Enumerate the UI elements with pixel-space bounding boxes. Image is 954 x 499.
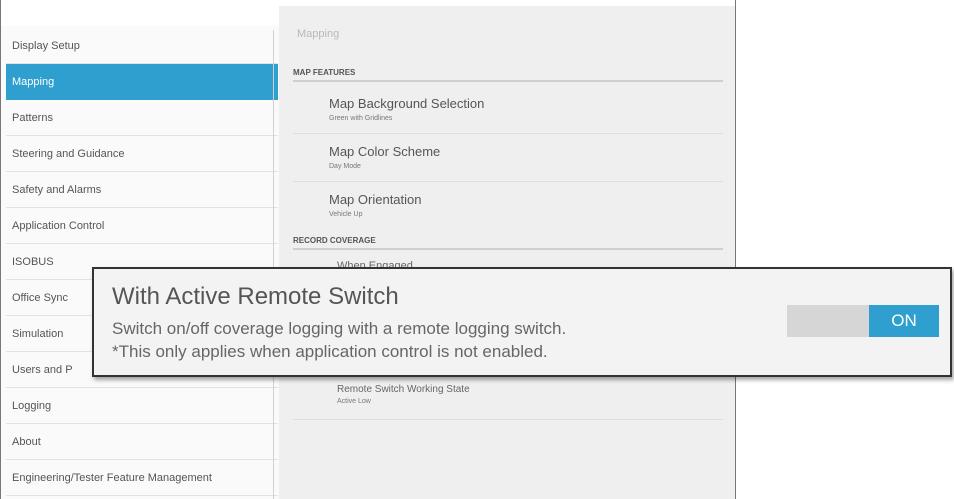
main-top-strip <box>279 0 735 6</box>
sidebar-item-application-control[interactable]: Application Control <box>6 208 278 244</box>
zoomed-setting-callout[interactable]: With Active Remote Switch Switch on/off … <box>92 267 952 377</box>
setting-title: Map Color Scheme <box>329 144 441 159</box>
setting-title-remote-switch-state: Remote Switch Working State <box>337 384 470 395</box>
section-header-map-features: MAP FEATURES <box>293 68 723 82</box>
setting-map-color-scheme[interactable]: Map Color Scheme Day Mode <box>293 136 723 182</box>
remote-switch-toggle[interactable]: ON <box>787 305 939 337</box>
sidebar-item-mapping[interactable]: Mapping <box>6 64 278 100</box>
callout-title: With Active Remote Switch <box>112 283 399 310</box>
toggle-on-label: ON <box>869 305 939 337</box>
sidebar-item-engineering-tester[interactable]: Engineering/Tester Feature Management <box>6 460 278 496</box>
setting-title: Map Background Selection <box>329 96 485 111</box>
setting-value: Green with Gridlines <box>329 115 393 122</box>
settings-sidebar: Display Setup Mapping Patterns Steering … <box>1 26 279 499</box>
sidebar-item-patterns[interactable]: Patterns <box>6 100 278 136</box>
sidebar-item-safety-and-alarms[interactable]: Safety and Alarms <box>6 172 278 208</box>
setting-value: Day Mode <box>329 163 361 170</box>
setting-map-background[interactable]: Map Background Selection Green with Grid… <box>293 88 723 134</box>
page-breadcrumb: Mapping <box>297 28 340 40</box>
callout-description: Switch on/off coverage logging with a re… <box>112 319 567 338</box>
main-panel: Mapping MAP FEATURES Map Background Sele… <box>279 0 735 499</box>
sidebar-item-display-setup[interactable]: Display Setup <box>6 28 278 64</box>
setting-value-remote-switch-state: Active Low <box>337 398 371 405</box>
sidebar-item-logging[interactable]: Logging <box>6 388 278 424</box>
setting-map-orientation[interactable]: Map Orientation Vehicle Up <box>293 184 723 228</box>
setting-value: Vehicle Up <box>329 211 363 218</box>
callout-note: *This only applies when application cont… <box>112 342 548 361</box>
setting-divider <box>293 419 723 420</box>
setting-title: Map Orientation <box>329 192 422 207</box>
settings-screen: Display Setup Mapping Patterns Steering … <box>0 0 736 499</box>
sidebar-item-about[interactable]: About <box>6 424 278 460</box>
sidebar-item-steering-and-guidance[interactable]: Steering and Guidance <box>6 136 278 172</box>
sidebar-divider <box>273 30 274 499</box>
section-header-record-coverage: RECORD COVERAGE <box>293 236 723 250</box>
